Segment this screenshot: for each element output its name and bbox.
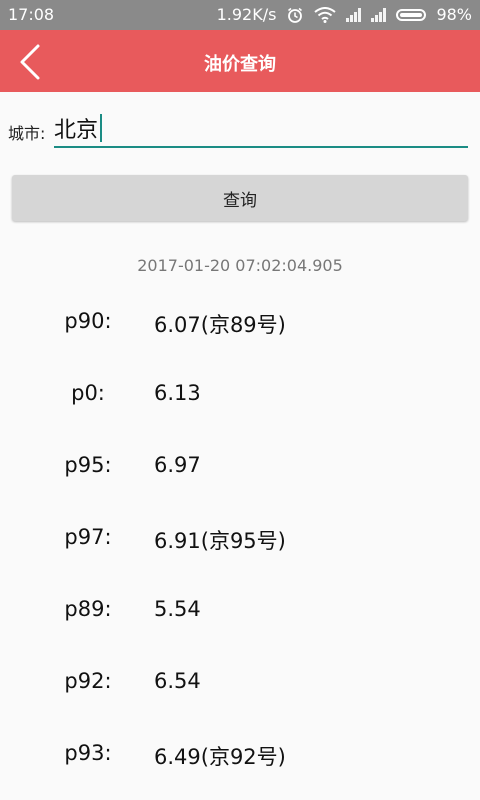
price-value: 6.54 <box>154 669 201 693</box>
text-caret <box>100 114 103 142</box>
city-label: 城市: <box>8 124 46 143</box>
price-key: p97: <box>64 525 112 549</box>
price-row: p97: 6.91(京95号) <box>0 501 480 573</box>
result-timestamp: 2017-01-20 07:02:04.905 <box>137 256 343 275</box>
price-value: 6.91(京95号) <box>154 529 286 553</box>
price-key: p90: <box>64 309 112 333</box>
signal-icon <box>346 7 362 22</box>
price-value: 5.54 <box>154 597 201 621</box>
status-bar: 17:08 1.92K/s 98% <box>0 0 480 30</box>
wifi-icon <box>314 6 337 23</box>
network-speed: 1.92K/s <box>216 5 277 24</box>
signal-icon <box>371 7 387 22</box>
alarm-icon <box>288 7 303 23</box>
city-input[interactable]: 北京 <box>54 110 468 148</box>
status-time: 17:08 <box>8 5 55 24</box>
price-row: p92: 6.54 <box>0 645 480 717</box>
price-value: 6.97 <box>154 453 201 477</box>
city-input-text: 北京 <box>54 118 99 143</box>
battery-fill <box>400 12 422 17</box>
price-row: p95: 6.97 <box>0 429 480 501</box>
price-key: p93: <box>64 741 112 765</box>
price-list: p90: 6.07(京89号) p0: 6.13 p95: 6.97 p97: … <box>0 285 480 789</box>
battery-icon <box>396 8 427 21</box>
city-row: 城市: 北京 <box>0 110 480 150</box>
price-row: p93: 6.49(京92号) <box>0 717 480 789</box>
price-row: p90: 6.07(京89号) <box>0 285 480 357</box>
app-bar: 油价查询 <box>0 30 480 92</box>
price-key: p92: <box>64 669 112 693</box>
price-key: p89: <box>64 597 112 621</box>
status-indicators: 1.92K/s 98% <box>217 5 472 24</box>
price-value: 6.13 <box>154 381 201 405</box>
price-row: p0: 6.13 <box>0 357 480 429</box>
price-value: 6.49(京92号) <box>154 745 286 769</box>
price-key: p0: <box>71 381 105 405</box>
price-key: p95: <box>64 453 112 477</box>
price-row: p89: 5.54 <box>0 573 480 645</box>
page-title: 油价查询 <box>204 54 276 75</box>
price-value: 6.07(京89号) <box>154 313 286 337</box>
city-input-value: 北京 <box>54 112 103 144</box>
battery-percent: 98% <box>436 5 472 24</box>
query-button[interactable]: 查询 <box>12 175 468 221</box>
